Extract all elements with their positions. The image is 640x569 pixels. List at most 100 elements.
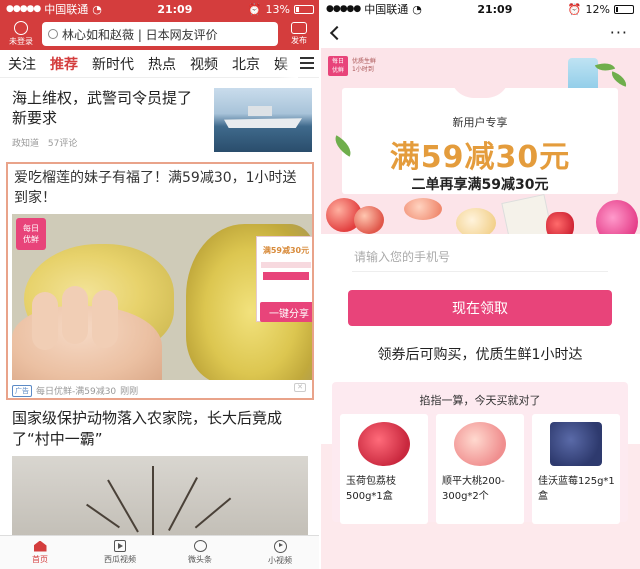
channel-tabs: 关注 推荐 新时代 热点 视频 北京 娱 (0, 50, 320, 78)
search-input[interactable]: 林心如和赵薇 | 日本网友评价 (42, 22, 278, 46)
nav-weitoutiao-label: 微头条 (188, 555, 212, 564)
finger (32, 292, 58, 350)
nav-home[interactable]: 首页 (0, 536, 80, 569)
ad-source: 每日优鲜-满59减30 (36, 387, 117, 397)
tab-shipin[interactable]: 视频 (190, 54, 218, 74)
phone-placeholder: 请输入您的手机号 (354, 250, 451, 264)
tabs-fade (278, 50, 298, 78)
promo-banner: 每日 优鲜 优质生鲜 1小时到 新用户专享 满59减30元 二单再享满59减30… (320, 48, 640, 234)
nav-short-video-label: 小视频 (268, 555, 292, 565)
status-bar: ●●●●● 中国联通 ◔ 21:09 ⏰ 12% (320, 0, 640, 18)
wifi-icon: ◔ (412, 2, 422, 16)
news-thumbnail (214, 88, 312, 152)
promo-headline: 满59减30元 (389, 140, 571, 175)
tree-branch (86, 503, 120, 529)
status-time: 21:09 (477, 2, 513, 16)
status-time: 21:09 (157, 2, 193, 16)
tab-guanzhu[interactable]: 关注 (8, 54, 36, 74)
peach-image (454, 422, 506, 466)
search-icon (48, 29, 58, 39)
promo-second-line: 二单再享满59减30元 (411, 177, 549, 193)
top-header: ●●●●● 中国联通 ◔ 21:09 ⏰ 13% 未登录 林心如和赵薇 | 日本网友评… (0, 0, 320, 50)
publish-label: 发布 (291, 36, 307, 45)
news-item[interactable]: 国家级保护动物落入农家院，长大后竟成了“村中一霸” (0, 400, 320, 536)
claim-now-button[interactable]: 现在领取 (348, 290, 612, 326)
nav-short-video[interactable]: 小视频 (240, 536, 320, 569)
signal-icon: ●●●●● (326, 4, 361, 14)
dismiss-icon[interactable]: ✕ (294, 383, 306, 392)
promo-page-pane: ●●●●● 中国联通 ◔ 21:09 ⏰ 12% ··· 每日 优鲜 优质生鲜 1小时… (320, 0, 640, 569)
tree-branch (152, 466, 154, 536)
apple-image (354, 206, 384, 234)
product-card[interactable]: 佳沃蓝莓125g*1盒 (532, 414, 620, 524)
claim-form: 请输入您的手机号 现在领取 领券后可购买，优质生鲜1小时达 掐指一算，今天买就对… (320, 234, 640, 524)
tab-beijing[interactable]: 北京 (232, 54, 260, 74)
product-name: 顺平大桃200-300g*2个 (442, 476, 505, 502)
product-card[interactable]: 顺平大桃200-300g*2个 (436, 414, 524, 524)
menu-icon[interactable] (300, 57, 314, 69)
product-name: 佳沃蓝莓125g*1盒 (538, 476, 615, 502)
battery-percent: 13% (265, 2, 290, 16)
login-label: 未登录 (9, 37, 33, 46)
tree-branch (107, 479, 139, 533)
screenshot-frame: ●●●●● 中国联通 ◔ 21:09 ⏰ 13% 未登录 林心如和赵薇 | 日本网友评… (0, 0, 640, 569)
more-icon[interactable]: ··· (610, 25, 628, 41)
page-nav: ··· (320, 18, 640, 48)
ad-image: 每日 优鲜 满59减30元 一键分享 (12, 214, 312, 380)
news-image (12, 456, 308, 536)
strawberry-image (546, 212, 574, 234)
news-title: 海上维权，武警司令员提了新要求 (12, 89, 193, 127)
tab-xinshidai[interactable]: 新时代 (92, 54, 134, 74)
tree-branch (194, 497, 232, 529)
battery-icon (293, 4, 314, 14)
nav-xigua-video[interactable]: 西瓜视频 (80, 536, 160, 569)
product-card[interactable]: 玉荷包荔枝500g*1盒 (340, 414, 428, 524)
nav-home-label: 首页 (32, 554, 48, 564)
dragonfruit-image (596, 200, 638, 234)
section-title: 掐指一算，今天买就对了 (419, 394, 541, 407)
leaf-decoration (608, 71, 630, 87)
battery-percent: 12% (585, 2, 610, 16)
finger (62, 286, 88, 344)
tree-branch (168, 477, 198, 531)
promo-subtitle: 新用户专享 (452, 116, 508, 129)
wifi-icon: ◔ (92, 2, 102, 16)
publish-button[interactable]: 发布 (284, 22, 314, 46)
phone-input[interactable]: 请输入您的手机号 (352, 242, 608, 272)
brand-logo: 每日 优鲜 (16, 218, 46, 250)
mock-offer: 满59减30元 (262, 246, 310, 255)
nav-weitoutiao[interactable]: 微头条 (160, 536, 240, 569)
food-image (456, 208, 496, 234)
camera-icon (291, 22, 307, 34)
login-button[interactable]: 未登录 (6, 21, 36, 47)
ad-tag: 广告 (12, 384, 32, 397)
shrimp-image (404, 198, 442, 220)
tab-redian[interactable]: 热点 (148, 54, 176, 74)
claim-note: 领券后可购买，优质生鲜1小时达 (377, 347, 583, 363)
ad-card[interactable]: 爱吃榴莲的妹子有福了！满59减30，1小时送到家！ 每日 优鲜 满59减30元 … (6, 162, 314, 400)
product-name: 玉荷包荔枝500g*1盒 (346, 476, 396, 502)
product-calc-section: 掐指一算，今天买就对了 玉荷包荔枝500g*1盒 顺平大桃200-300g*2个… (332, 382, 628, 524)
product-list: 玉荷包荔枝500g*1盒 顺平大桃200-300g*2个 佳沃蓝莓125g*1盒 (340, 414, 620, 524)
news-meta: 政知道 57评论 (12, 136, 206, 149)
tab-tuijian[interactable]: 推荐 (50, 54, 78, 74)
mock-bar (261, 262, 311, 268)
ad-title: 爱吃榴莲的妹子有福了！满59减30，1小时送到家！ (14, 170, 297, 206)
back-icon[interactable] (329, 25, 345, 41)
signal-icon: ●●●●● (6, 4, 41, 14)
brand-logo-text: 每日 优鲜 (23, 224, 39, 244)
news-title: 国家级保护动物落入农家院，长大后竟成了“村中一霸” (12, 409, 283, 448)
user-icon (14, 21, 28, 35)
news-comments: 57评论 (47, 139, 78, 149)
blueberry-image (550, 422, 602, 466)
bottom-nav: 首页 西瓜视频 微头条 小视频 (0, 535, 320, 569)
pane-divider (319, 0, 321, 569)
chat-icon (193, 540, 207, 552)
alarm-icon: ⏰ (567, 2, 582, 16)
brand-logo: 每日 优鲜 优质生鲜 1小时到 (328, 56, 376, 76)
finger (92, 290, 118, 348)
news-source: 政知道 (12, 139, 40, 149)
share-button[interactable]: 一键分享 (260, 302, 312, 322)
brand-mark: 每日 优鲜 (328, 56, 348, 76)
news-item[interactable]: 海上维权，武警司令员提了新要求 政知道 57评论 (0, 78, 320, 156)
